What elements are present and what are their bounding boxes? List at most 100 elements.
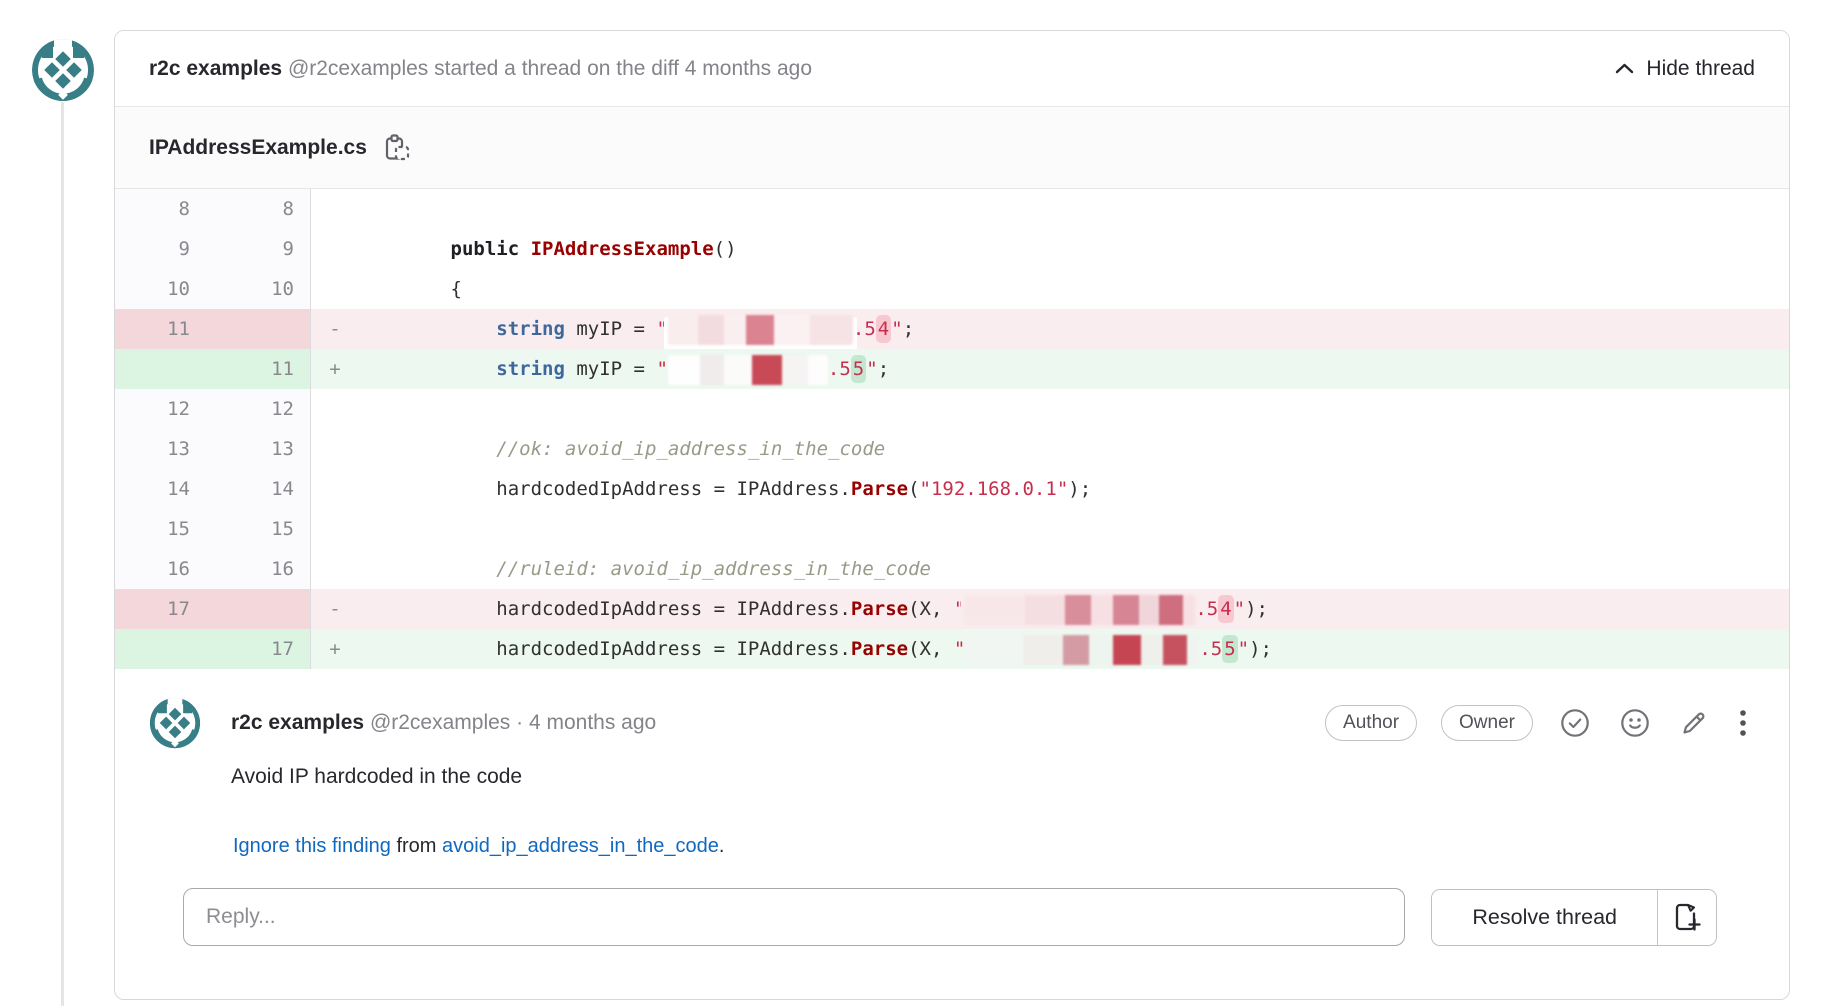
diff-row: 1212 (115, 389, 1789, 429)
diff-row: 1313 //ok: avoid_ip_address_in_the_code (115, 429, 1789, 469)
resolve-thread-group: Resolve thread (1431, 889, 1717, 946)
comment-header: r2c examples @r2cexamples · 4 months ago… (149, 697, 1751, 749)
diff-row: 11 - string myIP = ".54"; (115, 309, 1789, 349)
ignore-finding-link[interactable]: Ignore this finding (233, 835, 391, 857)
comment-author-meta: @r2cexamples · 4 months ago (364, 711, 656, 734)
smiley-icon (1620, 708, 1650, 738)
diff-row: 11+ string myIP = ".55"; (115, 349, 1789, 389)
thread-author-name: r2c examples (149, 57, 282, 80)
redacted-ip-blur (668, 315, 853, 345)
line-number-old[interactable]: 11 (115, 309, 206, 349)
comment-actions: Author Owner (1325, 705, 1751, 741)
line-number-old[interactable]: 16 (115, 549, 206, 589)
emoji-reaction-button[interactable] (1617, 705, 1653, 741)
diff-marker (311, 269, 359, 309)
line-number-new[interactable]: 16 (206, 549, 311, 589)
code-line: string myIP = ".55"; (359, 349, 1789, 389)
line-number-old[interactable]: 12 (115, 389, 206, 429)
code-line (359, 189, 1789, 229)
comment-author-name: r2c examples (231, 711, 364, 734)
line-number-old[interactable]: 13 (115, 429, 206, 469)
diff-row: 17+ hardcodedIpAddress = IPAddress.Parse… (115, 629, 1789, 669)
diff-marker: + (311, 629, 359, 669)
rule-link[interactable]: avoid_ip_address_in_the_code (442, 835, 719, 857)
edit-comment-button[interactable] (1677, 706, 1711, 740)
footer-text: from (391, 835, 442, 857)
author-badge: Author (1325, 705, 1417, 741)
code-line: { (359, 269, 1789, 309)
discussion-card: r2c examples @r2cexamples started a thre… (114, 30, 1790, 1000)
thread-connector-line (61, 102, 64, 1006)
code-line: public IPAddressExample() (359, 229, 1789, 269)
diff-marker (311, 229, 359, 269)
comment-body: Avoid IP hardcoded in the code (231, 765, 1751, 789)
line-number-old[interactable]: 15 (115, 509, 206, 549)
line-number-new[interactable]: 10 (206, 269, 311, 309)
resolve-comment-button[interactable] (1557, 705, 1593, 741)
line-number-new[interactable] (206, 589, 311, 629)
comment-footer: Ignore this finding from avoid_ip_addres… (233, 835, 1751, 858)
thread-header-text: r2c examples @r2cexamples started a thre… (149, 57, 812, 81)
line-number-old[interactable]: 8 (115, 189, 206, 229)
line-number-new[interactable]: 14 (206, 469, 311, 509)
line-number-new[interactable]: 15 (206, 509, 311, 549)
hide-thread-button[interactable]: Hide thread (1615, 57, 1755, 81)
owner-badge: Owner (1441, 705, 1533, 741)
line-number-new[interactable]: 17 (206, 629, 311, 669)
diff-row: 99 public IPAddressExample() (115, 229, 1789, 269)
diff-row: 1616 //ruleid: avoid_ip_address_in_the_c… (115, 549, 1789, 589)
file-name: IPAddressExample.cs (149, 136, 367, 160)
code-line: //ok: avoid_ip_address_in_the_code (359, 429, 1789, 469)
thread-header: r2c examples @r2cexamples started a thre… (115, 31, 1789, 107)
diff-marker (311, 189, 359, 229)
diff-row: 1414 hardcodedIpAddress = IPAddress.Pars… (115, 469, 1789, 509)
comment-author-avatar[interactable] (149, 697, 201, 749)
line-number-old[interactable]: 9 (115, 229, 206, 269)
diff-table: 8899 public IPAddressExample()1010 {11- … (115, 189, 1789, 669)
diff-row: 17 - hardcodedIpAddress = IPAddress.Parse… (115, 589, 1789, 629)
diff-marker (311, 549, 359, 589)
chevron-up-icon (1615, 63, 1634, 74)
comment-section: r2c examples @r2cexamples · 4 months ago… (115, 669, 1789, 946)
thread-header-meta: @r2cexamples started a thread on the dif… (282, 57, 812, 80)
pencil-icon (1680, 709, 1708, 737)
check-circle-icon (1560, 708, 1590, 738)
file-header: IPAddressExample.cs (115, 107, 1789, 189)
discussion-page: r2c examples @r2cexamples started a thre… (0, 0, 1826, 1006)
code-line: hardcodedIpAddress = IPAddress.Parse("19… (359, 469, 1789, 509)
diff-marker: - (311, 589, 359, 629)
redacted-ip-blur (965, 635, 1199, 665)
diff-row: 88 (115, 189, 1789, 229)
comment-author-line: r2c examples @r2cexamples · 4 months ago (231, 711, 1325, 735)
hide-thread-label: Hide thread (1646, 57, 1755, 81)
line-number-new[interactable]: 12 (206, 389, 311, 429)
line-number-old[interactable]: 17 (115, 589, 206, 629)
code-line: string myIP = ".54"; (359, 309, 1789, 349)
redacted-ip-blur (668, 355, 828, 385)
footer-period: . (719, 835, 725, 857)
line-number-new[interactable]: 9 (206, 229, 311, 269)
line-number-new[interactable]: 13 (206, 429, 311, 469)
copy-file-path-button[interactable] (383, 132, 412, 164)
diff-marker (311, 389, 359, 429)
reply-input[interactable] (183, 888, 1405, 946)
resolve-thread-button[interactable]: Resolve thread (1432, 890, 1658, 945)
new-issue-from-thread-button[interactable] (1658, 890, 1716, 945)
code-line: hardcodedIpAddress = IPAddress.Parse(X, … (359, 589, 1789, 629)
line-number-new[interactable]: 8 (206, 189, 311, 229)
diff-marker: - (311, 309, 359, 349)
kebab-menu-icon (1738, 708, 1748, 738)
thread-author-avatar[interactable] (31, 38, 95, 102)
line-number-new[interactable] (206, 309, 311, 349)
line-number-old[interactable] (115, 629, 206, 669)
line-number-new[interactable]: 11 (206, 349, 311, 389)
line-number-old[interactable]: 14 (115, 469, 206, 509)
more-actions-button[interactable] (1735, 705, 1751, 741)
diff-marker (311, 429, 359, 469)
line-number-old[interactable]: 10 (115, 269, 206, 309)
r2c-logo-avatar (149, 697, 201, 749)
diff-marker (311, 509, 359, 549)
line-number-old[interactable] (115, 349, 206, 389)
code-line (359, 389, 1789, 429)
copy-to-clipboard-icon (385, 134, 410, 162)
